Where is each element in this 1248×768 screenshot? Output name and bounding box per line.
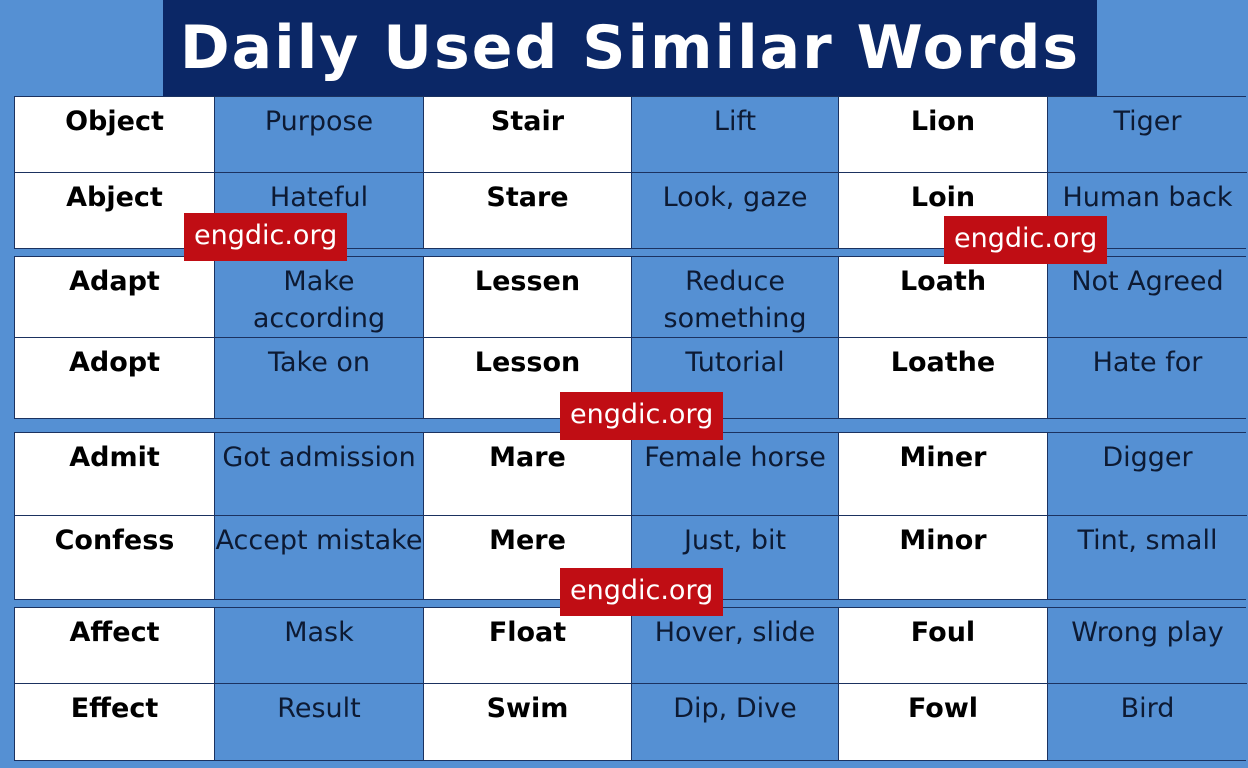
word-cell: Fowl [839,684,1048,760]
watermark-label: engdic.org [184,213,348,261]
word-cell: Stair [424,97,632,173]
word-cell: Effect [15,684,215,760]
meaning-cell: Make according [215,257,424,338]
word-cell: Mare [424,433,632,516]
word-cell: Foul [839,608,1048,684]
word-cell: Adopt [15,338,215,418]
meaning-cell: Digger [1048,433,1247,516]
meaning-cell: Result [215,684,424,760]
word-cell: Affect [15,608,215,684]
word-cell: Admit [15,433,215,516]
meaning-cell: Reduce something [632,257,839,338]
word-cell: Miner [839,433,1048,516]
word-table-block: Affect Mask Float Hover, slide Foul Wrong pla… [14,607,1247,761]
meaning-cell: Mask [215,608,424,684]
meaning-cell: Dip, Dive [632,684,839,760]
word-cell: Stare [424,172,632,248]
meaning-cell: Accept mistake [215,516,424,599]
watermark-label: engdic.org [560,568,724,616]
word-cell: Lessen [424,257,632,338]
word-cell: Object [15,97,215,173]
watermark-label: engdic.org [560,392,724,440]
word-cell: Swim [424,684,632,760]
watermark-label: engdic.org [944,216,1108,264]
meaning-cell: Not Agreed [1048,257,1247,338]
meaning-cell: Hate for [1048,338,1247,418]
meaning-cell: Bird [1048,684,1247,760]
meaning-cell: Purpose [215,97,424,173]
word-cell: Confess [15,516,215,599]
word-cell: Float [424,608,632,684]
meaning-cell: Look, gaze [632,172,839,248]
meaning-cell: Tint, small [1048,516,1247,599]
meaning-cell: Got admission [215,433,424,516]
word-cell: Minor [839,516,1048,599]
word-cell: Adapt [15,257,215,338]
meaning-cell: Tiger [1048,97,1247,173]
meaning-cell: Female horse [632,433,839,516]
meaning-cell: Take on [215,338,424,418]
meaning-cell: Lift [632,97,839,173]
meaning-cell: Hover, slide [632,608,839,684]
word-cell: Loathe [839,338,1048,418]
word-cell: Loath [839,257,1048,338]
meaning-cell: Wrong play [1048,608,1247,684]
page-title: Daily Used Similar Words [163,0,1097,96]
word-cell: Lion [839,97,1048,173]
